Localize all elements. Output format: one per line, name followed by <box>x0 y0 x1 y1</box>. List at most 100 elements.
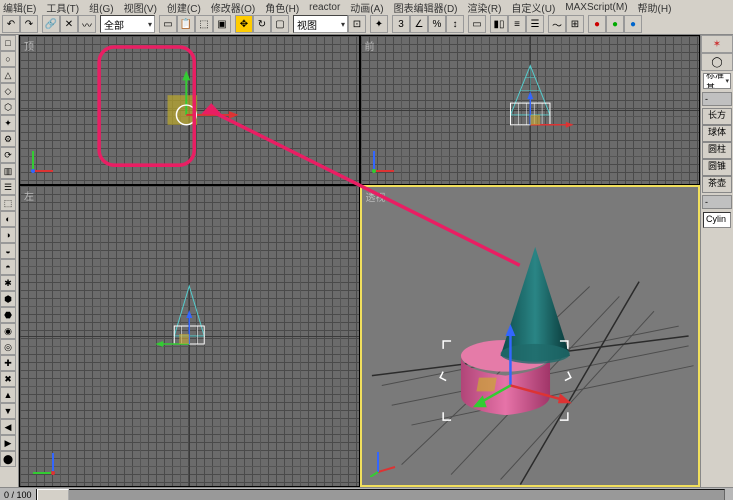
angle-snap-button[interactable]: ∠ <box>410 15 428 33</box>
selection-filter-combo[interactable]: 全部 <box>100 15 155 33</box>
menu-bar: 编辑(E) 工具(T) 组(G) 视图(V) 创建(C) 修改器(O) 角色(H… <box>0 0 733 14</box>
render-button[interactable]: ● <box>624 15 642 33</box>
reactor-tool-12[interactable]: ◐ <box>0 211 16 227</box>
menu-maxscript[interactable]: MAXScript(M) <box>565 2 627 13</box>
curve-editor-button[interactable]: 〜 <box>548 15 566 33</box>
redo-button[interactable]: ↷ <box>20 15 38 33</box>
percent-snap-button[interactable]: % <box>428 15 446 33</box>
undo-button[interactable]: ↶ <box>2 15 20 33</box>
reactor-tool-14[interactable]: ◒ <box>0 243 16 259</box>
reactor-tool-22[interactable]: ✖ <box>0 371 16 387</box>
reactor-tool-18[interactable]: ⬣ <box>0 307 16 323</box>
menu-modifiers[interactable]: 修改器(O) <box>211 0 255 14</box>
select-button[interactable]: ▭ <box>159 15 177 33</box>
snap-toggle-button[interactable]: 3 <box>392 15 410 33</box>
move-button[interactable]: ✥ <box>235 15 253 33</box>
reactor-tool-26[interactable]: ▶ <box>0 435 16 451</box>
menu-render[interactable]: 渲染(R) <box>468 0 502 14</box>
reactor-tool-27[interactable]: ⬤ <box>0 451 16 467</box>
viewport-area: 顶 前 <box>19 35 700 487</box>
ref-coord-combo[interactable]: 视图 <box>293 15 348 33</box>
menu-view[interactable]: 视图(V) <box>124 0 157 14</box>
object-type-rollout[interactable]: - <box>702 92 732 106</box>
menu-animation[interactable]: 动画(A) <box>350 0 383 14</box>
command-panel: ✶ ◯ 标准基 - 长方 球体 圆柱 圆锥 茶壶 - Cylin <box>700 35 733 487</box>
reactor-tool-3[interactable]: △ <box>0 67 16 83</box>
reactor-tool-19[interactable]: ◉ <box>0 323 16 339</box>
axis-tripod-icon <box>370 447 400 477</box>
menu-group[interactable]: 组(G) <box>89 0 113 14</box>
viewport-label-perspective: 透视 <box>366 189 386 204</box>
scale-button[interactable]: ▢ <box>271 15 289 33</box>
sphere-button[interactable]: 球体 <box>702 125 732 142</box>
use-center-button[interactable]: ⊡ <box>348 15 366 33</box>
reactor-tool-7[interactable]: ⚙ <box>0 131 16 147</box>
cylinder-button[interactable]: 圆柱 <box>702 142 732 159</box>
reactor-tool-25[interactable]: ◀ <box>0 419 16 435</box>
reactor-tool-1[interactable]: □ <box>0 35 16 51</box>
object-name-input[interactable]: Cylin <box>703 212 731 228</box>
viewport-label-top: 顶 <box>24 38 34 53</box>
frame-indicator: 0 / 100 <box>4 490 32 500</box>
bind-spacewarp-button[interactable]: 〰 <box>78 15 96 33</box>
viewport-left[interactable]: 左 <box>19 185 360 487</box>
reactor-tool-16[interactable]: ✱ <box>0 275 16 291</box>
named-selection-button[interactable]: ▭ <box>468 15 486 33</box>
reactor-tool-13[interactable]: ◑ <box>0 227 16 243</box>
name-color-rollout[interactable]: - <box>702 195 732 209</box>
reactor-tool-6[interactable]: ✦ <box>0 115 16 131</box>
reactor-tool-2[interactable]: ○ <box>0 51 16 67</box>
time-slider[interactable] <box>36 489 725 500</box>
menu-graph-editor[interactable]: 图表编辑器(D) <box>394 0 458 14</box>
create-tab[interactable]: ✶ <box>701 35 733 53</box>
menu-character[interactable]: 角色(H) <box>265 0 299 14</box>
reactor-tool-24[interactable]: ▼ <box>0 403 16 419</box>
time-slider-handle[interactable] <box>37 489 69 500</box>
reactor-tool-15[interactable]: ◓ <box>0 259 16 275</box>
align-button[interactable]: ≡ <box>508 15 526 33</box>
menu-edit[interactable]: 编辑(E) <box>3 0 36 14</box>
teapot-button[interactable]: 茶壶 <box>702 176 732 193</box>
rotate-button[interactable]: ↻ <box>253 15 271 33</box>
layer-manager-button[interactable]: ☰ <box>526 15 544 33</box>
render-scene-button[interactable]: ● <box>606 15 624 33</box>
reactor-tool-9[interactable]: ▥ <box>0 163 16 179</box>
cone-button[interactable]: 圆锥 <box>702 159 732 176</box>
viewport-top[interactable]: 顶 <box>19 35 360 185</box>
category-dropdown[interactable]: 标准基 <box>703 73 731 89</box>
spinner-snap-button[interactable]: ↕ <box>446 15 464 33</box>
viewport-label-front: 前 <box>365 38 375 53</box>
reactor-tool-21[interactable]: ✚ <box>0 355 16 371</box>
axis-tripod-icon <box>369 146 399 176</box>
material-editor-button[interactable]: ● <box>588 15 606 33</box>
select-region-button[interactable]: ⬚ <box>195 15 213 33</box>
main-toolbar: ↶ ↷ 🔗 ✕ 〰 全部 ▭ 📋 ⬚ ▣ ✥ ↻ ▢ 视图 ⊡ ✦ 3 ∠ % … <box>0 14 733 35</box>
left-toolbox: □ ○ △ ◇ ⬡ ✦ ⚙ ⟳ ▥ ☰ ⬚ ◐ ◑ ◒ ◓ ✱ ⬢ ⬣ ◉ ◎ … <box>0 35 19 487</box>
reactor-tool-8[interactable]: ⟳ <box>0 147 16 163</box>
reactor-tool-10[interactable]: ☰ <box>0 179 16 195</box>
schematic-view-button[interactable]: ⊞ <box>566 15 584 33</box>
menu-tools[interactable]: 工具(T) <box>46 0 79 14</box>
unlink-button[interactable]: ✕ <box>60 15 78 33</box>
reactor-tool-17[interactable]: ⬢ <box>0 291 16 307</box>
viewport-label-left: 左 <box>24 188 34 203</box>
viewport-front[interactable]: 前 <box>360 35 701 185</box>
box-button[interactable]: 长方 <box>702 108 732 125</box>
menu-create[interactable]: 创建(C) <box>167 0 201 14</box>
select-by-name-button[interactable]: 📋 <box>177 15 195 33</box>
select-manipulate-button[interactable]: ✦ <box>370 15 388 33</box>
geometry-subtab[interactable]: ◯ <box>701 53 733 71</box>
menu-customize[interactable]: 自定义(U) <box>511 0 555 14</box>
reactor-tool-4[interactable]: ◇ <box>0 83 16 99</box>
reactor-tool-23[interactable]: ▲ <box>0 387 16 403</box>
menu-help[interactable]: 帮助(H) <box>638 0 672 14</box>
window-crossing-button[interactable]: ▣ <box>213 15 231 33</box>
reactor-tool-11[interactable]: ⬚ <box>0 195 16 211</box>
reactor-tool-20[interactable]: ◎ <box>0 339 16 355</box>
mirror-button[interactable]: ▮▯ <box>490 15 508 33</box>
timeline-bar: 0 / 100 <box>0 487 733 500</box>
link-button[interactable]: 🔗 <box>42 15 60 33</box>
viewport-perspective[interactable]: 透视 <box>360 185 701 487</box>
reactor-tool-5[interactable]: ⬡ <box>0 99 16 115</box>
menu-reactor[interactable]: reactor <box>309 2 340 13</box>
